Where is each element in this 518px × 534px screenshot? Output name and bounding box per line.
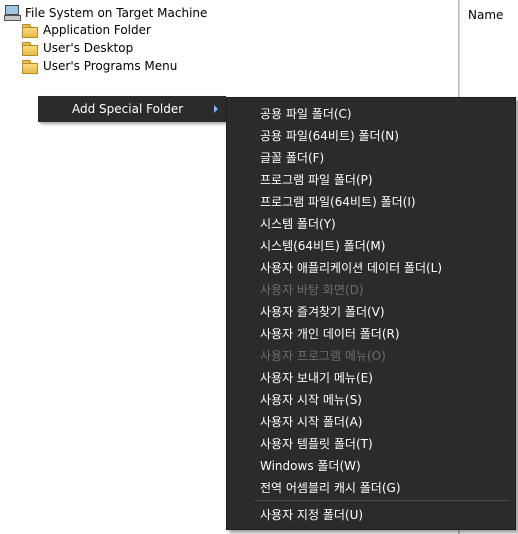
menu-item-custom-folder[interactable]: 사용자 지정 폴더(U) bbox=[227, 503, 515, 525]
tree-item-application-folder[interactable]: Application Folder bbox=[22, 21, 151, 39]
menu-item-common-files-64[interactable]: 공용 파일(64비트) 폴더(N) bbox=[227, 124, 515, 146]
menu-item-user-template-folder[interactable]: 사용자 템플릿 폴더(T) bbox=[227, 432, 515, 454]
special-folder-submenu: 공용 파일 폴더(C) 공용 파일(64비트) 폴더(N) 글꼴 폴더(F) 프… bbox=[226, 97, 516, 530]
menu-item-user-desktop: 사용자 바탕 화면(D) bbox=[260, 282, 364, 297]
computer-icon bbox=[4, 5, 21, 21]
tree-item-label: User's Programs Menu bbox=[43, 59, 178, 73]
tree-root-label: File System on Target Machine bbox=[25, 5, 208, 20]
tree-root-file-system[interactable]: File System on Target Machine bbox=[4, 4, 207, 21]
folder-icon bbox=[22, 59, 38, 74]
menu-item-user-send-to[interactable]: 사용자 보내기 메뉴(E) bbox=[227, 366, 515, 388]
menu-item-program-files-64[interactable]: 프로그램 파일(64비트) 폴더(I) bbox=[227, 190, 515, 212]
menu-item-user-personal-data[interactable]: 사용자 개인 데이터 폴더(R) bbox=[227, 322, 515, 344]
menu-item-label: Add Special Folder bbox=[72, 102, 184, 116]
tree-item-users-programs-menu[interactable]: User's Programs Menu bbox=[22, 57, 177, 75]
menu-item-user-programs-menu: 사용자 프로그램 메뉴(O) bbox=[260, 348, 386, 363]
column-header-name[interactable]: Name bbox=[468, 8, 503, 22]
menu-item-fonts-folder[interactable]: 글꼴 폴더(F) bbox=[227, 146, 515, 168]
tree-item-label: User's Desktop bbox=[43, 41, 134, 55]
menu-item-user-startup-folder[interactable]: 사용자 시작 폴더(A) bbox=[227, 410, 515, 432]
menu-separator bbox=[255, 500, 509, 501]
menu-item-system-folder[interactable]: 시스템 폴더(Y) bbox=[227, 212, 515, 234]
menu-item-common-files[interactable]: 공용 파일 폴더(C) bbox=[227, 102, 515, 124]
tree-item-label: Application Folder bbox=[43, 23, 151, 37]
menu-item-user-favorites[interactable]: 사용자 즐겨찾기 폴더(V) bbox=[227, 300, 515, 322]
tree-item-users-desktop[interactable]: User's Desktop bbox=[22, 39, 133, 57]
menu-item-program-files[interactable]: 프로그램 파일 폴더(P) bbox=[227, 168, 515, 190]
submenu-arrow-icon bbox=[214, 105, 218, 113]
menu-item-add-special-folder[interactable]: Add Special Folder bbox=[38, 96, 226, 122]
menu-item-user-app-data[interactable]: 사용자 애플리케이션 데이터 폴더(L) bbox=[227, 256, 515, 278]
menu-item-windows-folder[interactable]: Windows 폴더(W) bbox=[227, 454, 515, 476]
menu-item-global-assembly-cache[interactable]: 전역 어셈블리 캐시 폴더(G) bbox=[227, 476, 515, 498]
menu-item-system-64-folder[interactable]: 시스템(64비트) 폴더(M) bbox=[227, 234, 515, 256]
folder-icon bbox=[22, 41, 38, 56]
folder-icon bbox=[22, 23, 38, 38]
menu-item-user-start-menu[interactable]: 사용자 시작 메뉴(S) bbox=[227, 388, 515, 410]
